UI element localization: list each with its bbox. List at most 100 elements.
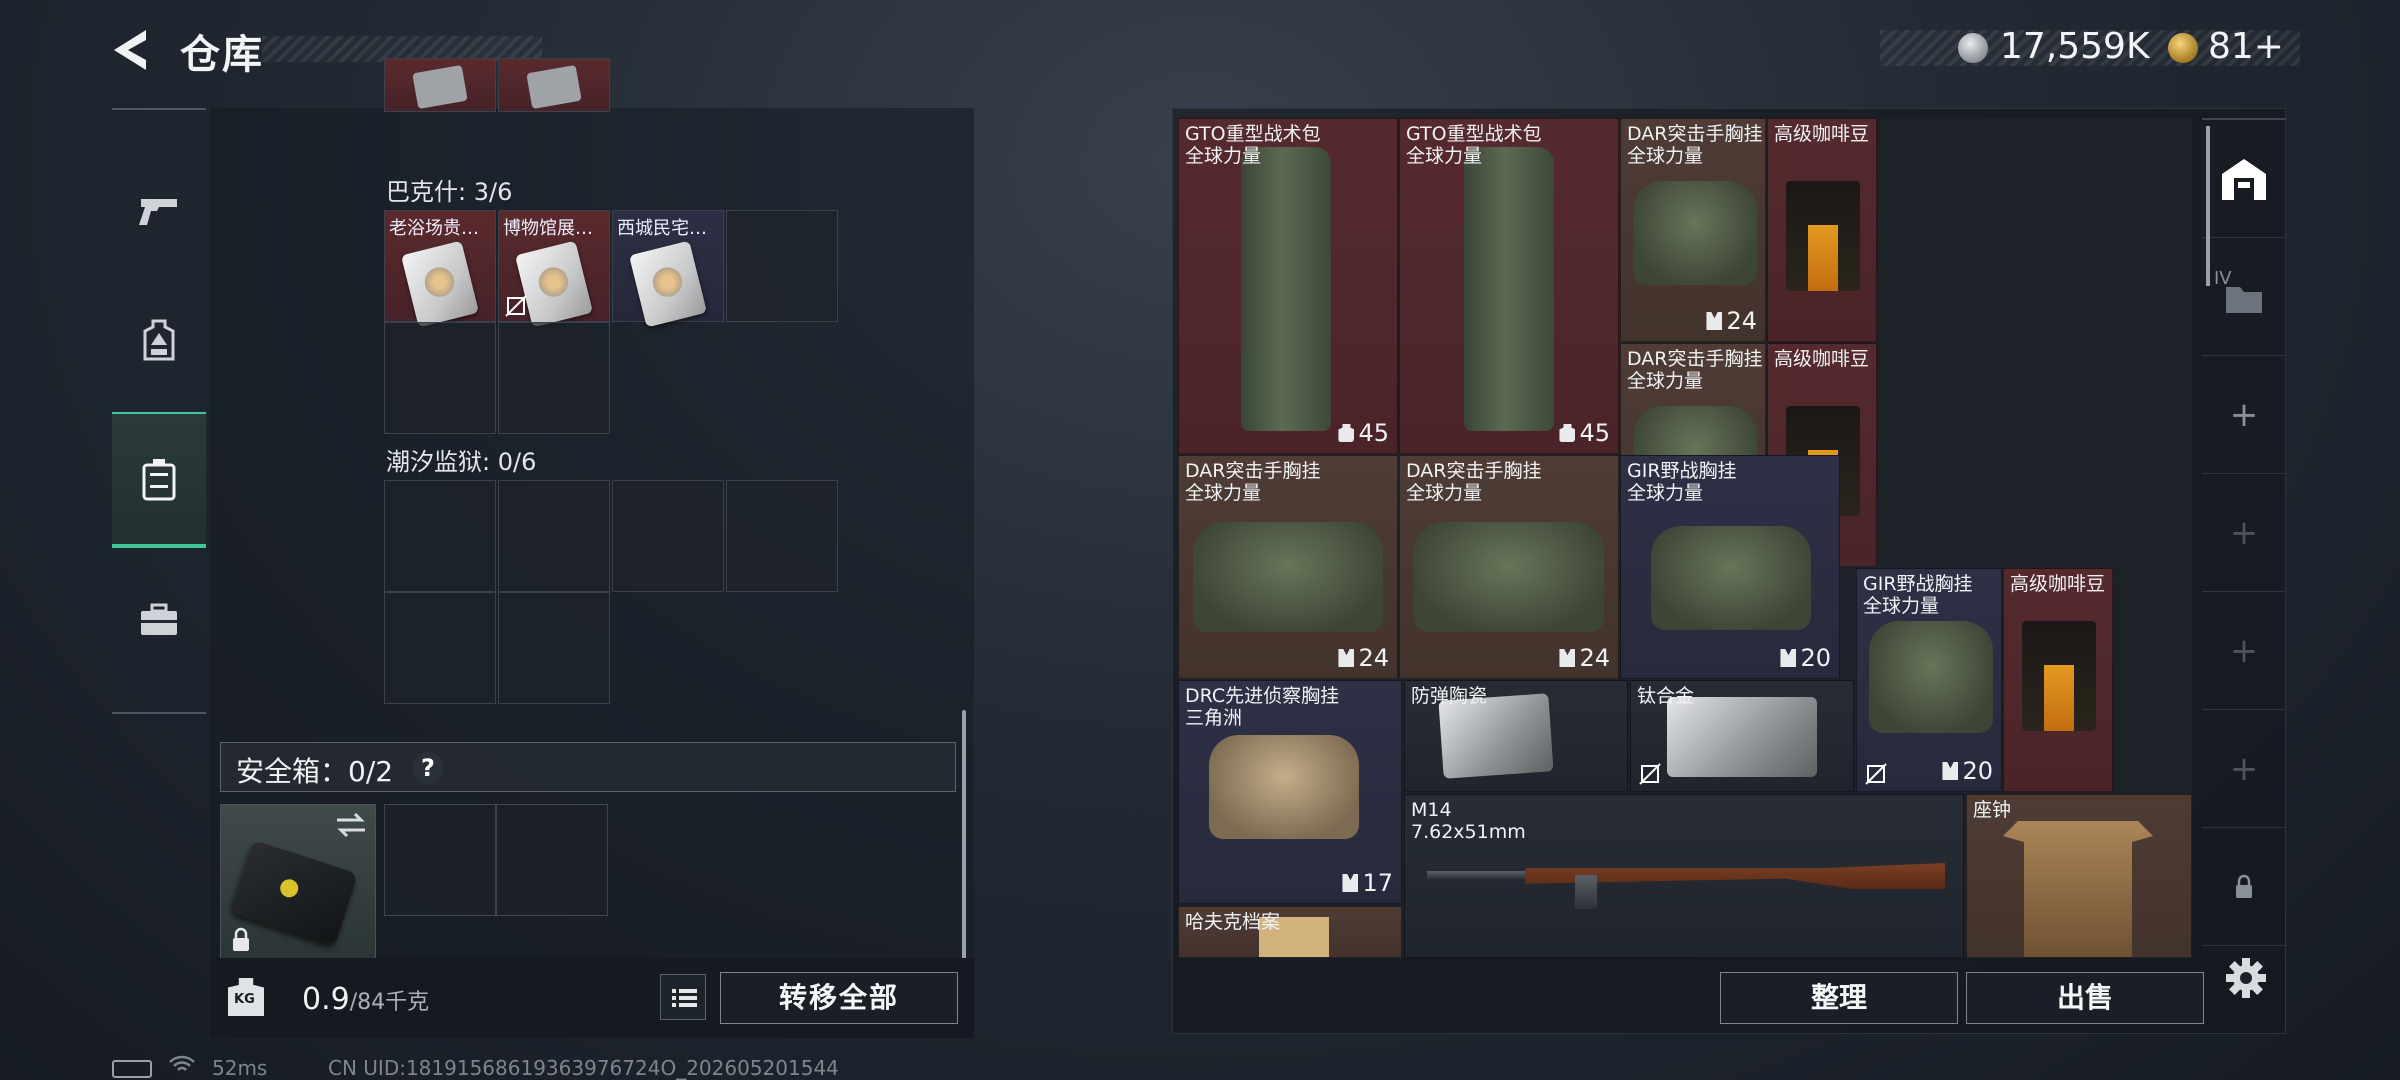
- safe-box-empty-slot[interactable]: [384, 804, 496, 916]
- vest-capacity-icon: [1706, 312, 1723, 330]
- silver-coin-icon: [1958, 33, 1988, 63]
- gear-icon[interactable]: [2224, 956, 2268, 1000]
- transfer-all-button[interactable]: 转移全部: [720, 972, 958, 1024]
- no-trade-icon: [505, 295, 527, 317]
- lock-icon: [233, 927, 249, 951]
- vest-capacity-icon: [1780, 649, 1797, 667]
- tab-add-3[interactable]: +: [2202, 592, 2286, 710]
- empty-slot[interactable]: [384, 480, 496, 592]
- empty-slot[interactable]: [384, 592, 496, 704]
- empty-slot[interactable]: [612, 480, 724, 592]
- nav-toolbox[interactable]: [112, 550, 206, 690]
- stash-item[interactable]: DAR突击手胸挂全球力量 24: [1178, 455, 1398, 679]
- item-slot[interactable]: [498, 58, 610, 112]
- backpack-capacity-icon: [1338, 424, 1355, 442]
- chest-rig-image: [1414, 522, 1604, 632]
- container-tabs: IV + + + +: [2202, 118, 2286, 958]
- list-view-button[interactable]: [660, 974, 706, 1020]
- battery-icon: [112, 1060, 152, 1078]
- item-card[interactable]: 西城民宅…: [612, 210, 724, 328]
- safe-box-slot[interactable]: [220, 804, 376, 960]
- coffee-bag-image: [1786, 181, 1860, 291]
- sell-button[interactable]: 出售: [1966, 972, 2204, 1024]
- left-scrollbar[interactable]: [962, 710, 966, 960]
- item-card[interactable]: 博物馆展…: [498, 210, 610, 328]
- ping-readout: 52ms: [212, 1056, 268, 1080]
- stash-item[interactable]: DRC先进侦察胸挂 三角洲 17: [1178, 680, 1402, 904]
- toolbox-icon: [141, 603, 177, 635]
- pistol-icon: [139, 199, 177, 225]
- nav-equipment[interactable]: [112, 270, 206, 410]
- empty-slot[interactable]: [498, 322, 610, 434]
- sort-button[interactable]: 整理: [1720, 972, 1958, 1024]
- tab-add-1[interactable]: +: [2202, 356, 2286, 474]
- back-arrow-icon[interactable]: [110, 28, 150, 72]
- nav-storage[interactable]: [112, 412, 206, 548]
- stash-item[interactable]: 高级咖啡豆: [1767, 118, 1877, 342]
- empty-slot[interactable]: [384, 322, 496, 434]
- weight-readout: 0.9/84千克: [302, 982, 430, 1017]
- gold-coin-icon: [2168, 33, 2198, 63]
- empty-slot[interactable]: [726, 210, 838, 322]
- stash-item[interactable]: DAR突击手胸挂全球力量 24: [1399, 455, 1619, 679]
- swap-icon: [337, 812, 365, 838]
- safe-box-empty-slot[interactable]: [496, 804, 608, 916]
- help-icon[interactable]: ?: [412, 752, 444, 784]
- stash-item[interactable]: GTO重型战术包 全球力量 45: [1178, 118, 1398, 454]
- stash-item[interactable]: 哈夫克档案: [1178, 906, 1402, 958]
- no-trade-icon: [1639, 763, 1661, 785]
- section-label-bakhsh: 巴克什: 3/6: [386, 178, 513, 206]
- currency-gold[interactable]: 81+: [2208, 26, 2284, 67]
- rifle-magazine-image: [1575, 875, 1597, 909]
- backpack-image: [1241, 147, 1331, 431]
- stash-item[interactable]: GIR野战胸挂 全球力量 20: [1856, 568, 2002, 792]
- chest-rig-image: [1651, 526, 1811, 630]
- currency-silver: 17,559K: [2000, 26, 2150, 67]
- keycard-image: [400, 240, 480, 328]
- coffee-bag-image: [2022, 621, 2096, 731]
- stash-item[interactable]: 高级咖啡豆: [2003, 568, 2113, 792]
- stash-item[interactable]: 防弹陶瓷: [1404, 680, 1628, 792]
- item-slot[interactable]: [384, 58, 496, 112]
- stash-item[interactable]: M14 7.62x51mm: [1404, 794, 1964, 958]
- chest-rig-image: [1209, 735, 1359, 839]
- vest-capacity-icon: [1559, 649, 1576, 667]
- category-nav: [112, 108, 206, 714]
- warehouse-icon: [2222, 158, 2266, 200]
- tab-extension-iv[interactable]: IV: [2202, 238, 2286, 356]
- backpack-capacity-icon: [1559, 424, 1576, 442]
- right-scrollbar[interactable]: [2206, 126, 2210, 286]
- titanium-alloy-image: [1667, 697, 1817, 777]
- mantel-clock-image: [2003, 821, 2153, 957]
- item-card[interactable]: 老浴场贵…: [384, 210, 496, 328]
- page-title: 仓库: [180, 32, 264, 78]
- tab-main-stash[interactable]: [2202, 120, 2286, 238]
- section-label-tidal-prison: 潮汐监狱: 0/6: [386, 448, 537, 476]
- chest-rig-image: [1869, 621, 1993, 733]
- vest-capacity-icon: [1338, 649, 1355, 667]
- keycard-image: [628, 240, 708, 328]
- lock-icon: [2236, 874, 2252, 898]
- backpack-image: [1464, 147, 1554, 431]
- stash-item[interactable]: GIR野战胸挂 全球力量 20: [1620, 455, 1840, 679]
- stash-item[interactable]: 座钟: [1966, 794, 2192, 958]
- tab-add-2[interactable]: +: [2202, 474, 2286, 592]
- stash-item[interactable]: DAR突击手胸挂全球力量 24: [1620, 118, 1766, 342]
- empty-slot[interactable]: [498, 592, 610, 704]
- stash-item[interactable]: 钛合金: [1630, 680, 1854, 792]
- backpack-icon: [143, 319, 175, 361]
- nav-weapons[interactable]: [112, 140, 206, 280]
- tab-add-4[interactable]: +: [2202, 710, 2286, 828]
- vest-capacity-icon: [1342, 874, 1359, 892]
- storage-case-icon: [142, 459, 176, 501]
- chest-rig-image: [1193, 522, 1383, 632]
- chest-rig-image: [1633, 181, 1757, 285]
- empty-slot[interactable]: [726, 480, 838, 592]
- safe-box-label: 安全箱：0/2: [236, 755, 394, 788]
- stash-item[interactable]: GTO重型战术包 全球力量 45: [1399, 118, 1619, 454]
- empty-slot[interactable]: [498, 480, 610, 592]
- wifi-icon: [169, 1055, 195, 1071]
- tab-locked[interactable]: [2202, 828, 2286, 946]
- uid-readout: CN UID:18191568619363976724O_20260520154…: [328, 1056, 839, 1080]
- list-icon: [672, 989, 697, 1007]
